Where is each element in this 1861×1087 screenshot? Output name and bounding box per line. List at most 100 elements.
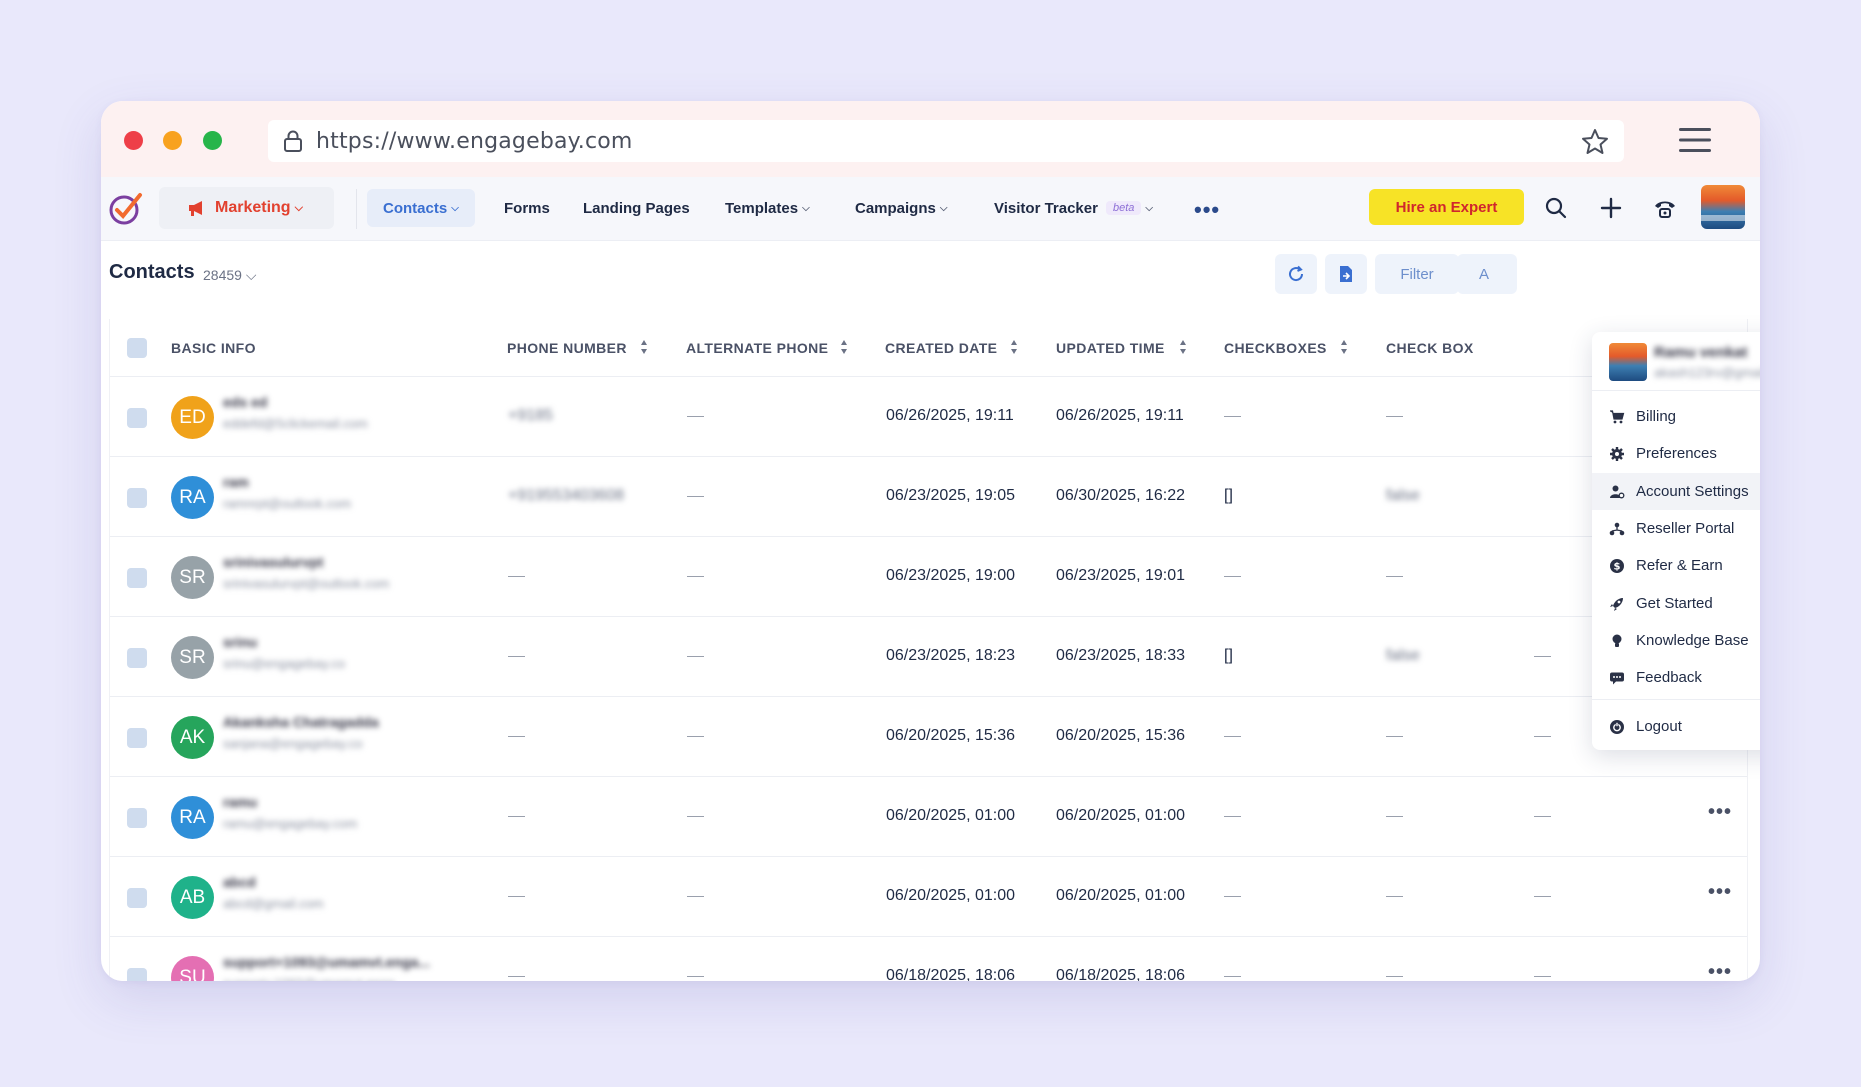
col-basic-info[interactable]: BASIC INFO — [171, 340, 256, 356]
empty-cell-alt — [687, 496, 704, 497]
contact-name[interactable]: eds ed — [223, 394, 267, 410]
dropdown-divider — [1592, 699, 1760, 700]
nav-templates[interactable]: Templates ⌵ — [725, 189, 810, 227]
nav-campaigns[interactable]: Campaigns ⌵ — [855, 189, 947, 227]
user-avatar[interactable] — [1701, 185, 1745, 229]
minimize-window-button[interactable] — [163, 131, 182, 150]
maximize-window-button[interactable] — [203, 131, 222, 150]
chevron-down-icon: ⌵ — [294, 201, 303, 214]
menu-item-billing[interactable]: Billing — [1592, 398, 1760, 435]
contact-avatar[interactable]: ED — [171, 396, 214, 439]
hire-expert-button[interactable]: Hire an Expert — [1369, 189, 1524, 225]
row-checkbox[interactable] — [127, 808, 147, 828]
table-row[interactable]: RA ram ramnrpt@outlook.com +919553403608 06/… — [110, 457, 1747, 537]
sort-icon[interactable] — [639, 338, 649, 356]
contact-name[interactable]: ram — [223, 474, 249, 490]
cell-phone: +919553403608 — [508, 487, 625, 504]
sort-icon[interactable] — [1178, 338, 1188, 356]
col-checkboxes[interactable]: CHECKBOXES — [1224, 340, 1327, 356]
contact-avatar[interactable]: SU — [171, 956, 214, 981]
contact-name[interactable]: support+1093@umamvt.enga... — [223, 954, 430, 970]
cell-checkbox: false — [1386, 647, 1420, 664]
menu-item-refer-and-earn[interactable]: $ Refer & Earn — [1592, 547, 1760, 584]
phone-icon[interactable] — [1653, 196, 1677, 220]
empty-cell-checkbox — [1386, 576, 1403, 577]
marketing-module-switcher[interactable]: Marketing ⌵ — [159, 187, 334, 229]
contact-avatar[interactable]: AK — [171, 716, 214, 759]
menu-item-get-started[interactable]: Get Started — [1592, 585, 1760, 622]
contact-name[interactable]: abcd — [223, 874, 256, 890]
menu-item-preferences[interactable]: Preferences — [1592, 435, 1760, 472]
select-all-checkbox[interactable] — [127, 338, 147, 358]
sort-icon[interactable] — [1009, 338, 1019, 356]
contact-avatar[interactable]: SR — [171, 636, 214, 679]
nav-landing-pages[interactable]: Landing Pages — [583, 189, 690, 227]
col-phone-number[interactable]: PHONE NUMBER — [507, 340, 627, 356]
sort-icon[interactable] — [1339, 338, 1349, 356]
row-checkbox[interactable] — [127, 408, 147, 428]
table-row[interactable]: SR srinu srinu@engagebay.co 06/23/2025, 18:… — [110, 617, 1747, 697]
row-actions-icon[interactable]: ••• — [1708, 961, 1732, 981]
table-row[interactable]: SU support+1093@umamvt.enga... support+109… — [110, 937, 1747, 981]
row-checkbox[interactable] — [127, 648, 147, 668]
import-button[interactable] — [1325, 254, 1367, 294]
engagebay-logo-icon[interactable] — [107, 189, 145, 227]
add-icon[interactable] — [1599, 196, 1623, 220]
filter-button[interactable]: Filter — [1375, 254, 1459, 294]
table-row[interactable]: ED eds ed eddefd@5clickemail.com +9185 06/26… — [110, 377, 1747, 457]
row-actions-icon[interactable]: ••• — [1708, 801, 1732, 824]
cell-updated: 06/20/2025, 01:00 — [1056, 887, 1186, 904]
nav-contacts[interactable]: Contacts ⌵ — [367, 189, 475, 227]
contact-avatar[interactable]: RA — [171, 796, 214, 839]
contact-avatar[interactable]: SR — [171, 556, 214, 599]
table-row[interactable]: AB abcd abcd@gmail.com 06/20/2025, 01:00 06/… — [110, 857, 1747, 937]
row-checkbox[interactable] — [127, 888, 147, 908]
menu-item-account-settings[interactable]: Account Settings — [1592, 473, 1760, 510]
menu-item-feedback[interactable]: Feedback — [1592, 659, 1760, 696]
menu-item-label: Feedback — [1636, 669, 1702, 686]
add-contact-label: A — [1479, 265, 1490, 283]
add-contact-button[interactable]: A — [1457, 254, 1517, 294]
row-checkbox[interactable] — [127, 568, 147, 588]
contact-name[interactable]: srinivasulurvpt — [223, 554, 323, 570]
row-checkbox[interactable] — [127, 968, 147, 981]
row-checkbox[interactable] — [127, 728, 147, 748]
col-updated-time[interactable]: UPDATED TIME — [1056, 340, 1165, 356]
empty-cell-checkbox — [1386, 896, 1403, 897]
contacts-count[interactable]: 28459 ⌵ — [203, 267, 256, 284]
cell-updated: 06/23/2025, 19:01 — [1056, 567, 1186, 584]
table-row[interactable]: AK Akanksha Chatragadda sanjana@engagebay.… — [110, 697, 1747, 777]
contact-name[interactable]: ramu — [223, 794, 257, 810]
menu-item-logout[interactable]: Logout — [1592, 708, 1760, 745]
address-bar[interactable]: https://www.engagebay.com — [268, 120, 1624, 162]
search-icon[interactable] — [1544, 196, 1568, 220]
nav-forms[interactable]: Forms — [504, 189, 550, 227]
contact-name[interactable]: srinu — [223, 634, 257, 650]
row-checkbox[interactable] — [127, 488, 147, 508]
browser-menu-icon[interactable] — [1679, 127, 1711, 153]
menu-item-knowledge-base[interactable]: Knowledge Base — [1592, 622, 1760, 659]
menu-item-label: Preferences — [1636, 445, 1717, 462]
refresh-button[interactable] — [1275, 254, 1317, 294]
dropdown-user-info[interactable]: Ramu venkat akash123rv@gmail.com — [1592, 332, 1760, 391]
nav-visitor-tracker[interactable]: Visitor Tracker beta ⌵ — [994, 189, 1153, 227]
col-alternate-phone[interactable]: ALTERNATE PHONE — [686, 340, 828, 356]
chevron-down-icon: ⌵ — [1145, 202, 1153, 214]
table-row[interactable]: RA ramu ramu@engagebay.com 06/20/2025, 01:0… — [110, 777, 1747, 857]
menu-item-reseller-portal[interactable]: Reseller Portal — [1592, 510, 1760, 547]
empty-cell-alt — [687, 736, 704, 737]
more-nav-icon[interactable]: ••• — [1194, 197, 1220, 223]
sort-icon[interactable] — [839, 338, 849, 356]
close-window-button[interactable] — [124, 131, 143, 150]
contact-avatar[interactable]: AB — [171, 876, 214, 919]
contact-name[interactable]: Akanksha Chatragadda — [223, 714, 379, 730]
col-check-box[interactable]: CHECK BOX — [1386, 340, 1474, 356]
contact-avatar[interactable]: RA — [171, 476, 214, 519]
table-row[interactable]: SR srinivasulurvpt srinivasulurvpt@outlook… — [110, 537, 1747, 617]
bookmark-star-icon[interactable] — [1580, 127, 1610, 157]
row-actions-icon[interactable]: ••• — [1708, 881, 1732, 904]
cart-icon — [1610, 409, 1625, 423]
cell-updated: 06/23/2025, 18:33 — [1056, 647, 1186, 664]
empty-cell-checkbox — [1386, 976, 1403, 977]
col-created-date[interactable]: CREATED DATE — [885, 340, 997, 356]
